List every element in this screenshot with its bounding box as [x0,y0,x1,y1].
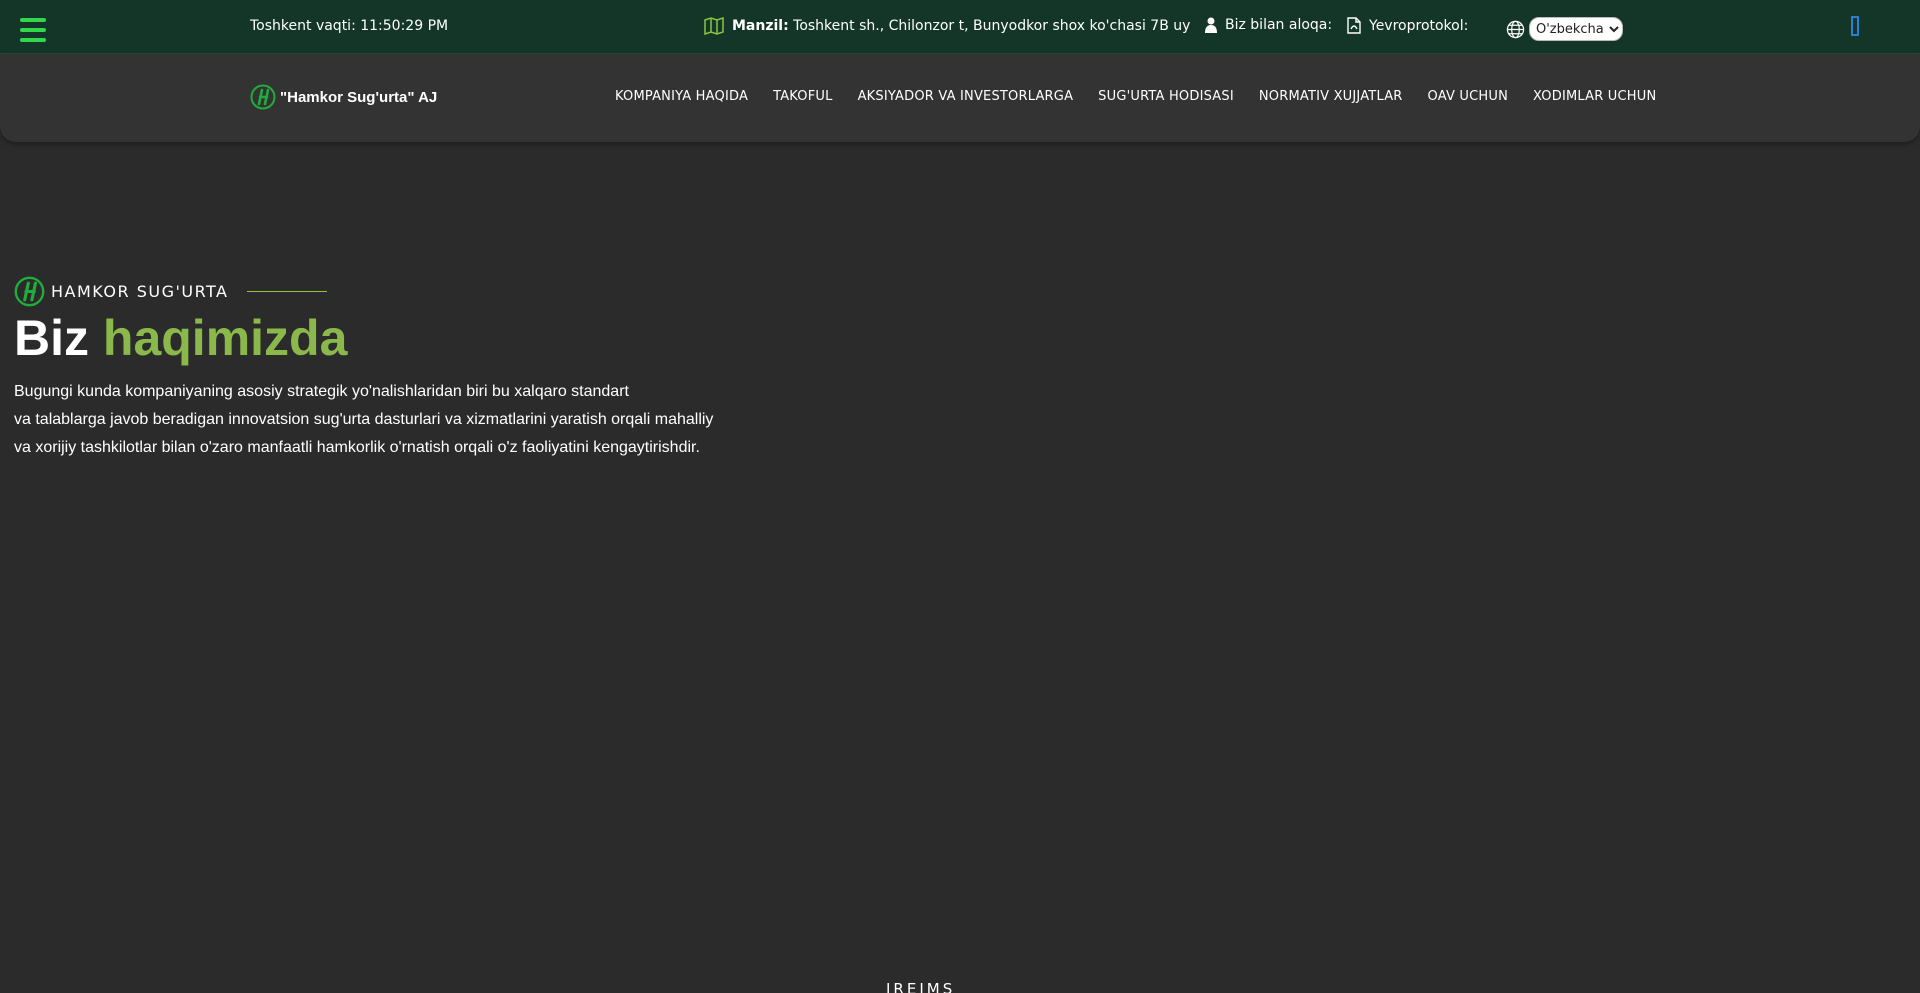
nav-links: KOMPANIYA HAQIDA TAKOFUL AKSIYADOR VA IN… [615,89,1656,104]
address-label: Manzil: [732,18,789,34]
about-paragraph: Bugungi kunda kompaniyaning asosiy strat… [14,378,754,462]
title-accent: haqimizda [102,310,348,366]
language-switcher: O'zbekcha [1506,17,1623,41]
nav-link-aksiyador[interactable]: AKSIYADOR VA INVESTORLARGA [858,89,1074,104]
address: Manzil: Toshkent sh., Chilonzor t, Bunyo… [704,17,1190,35]
brand-logo-link[interactable]: "Hamkor Sug'urta" AJ [250,84,437,110]
about-line: va talablarga javob beradigan innovatsio… [14,411,714,428]
brand-name: "Hamkor Sug'urta" AJ [280,88,438,106]
nav-link-sugurta-hodisasi[interactable]: SUG'URTA HODISASI [1098,89,1234,104]
nav-link-oav[interactable]: OAV UCHUN [1428,89,1509,104]
pdf-icon [1347,17,1361,34]
logo-icon [250,84,276,110]
protocol-link[interactable]: Yevroprotokol: [1347,17,1468,34]
user-icon [1205,17,1217,33]
hero-eyebrow: HAMKOR SUG'URTA [14,276,754,307]
top-bar: Toshkent vaqti: 11:50:29 PM Manzil: Tosh… [0,0,1920,54]
logo-icon [14,276,45,307]
eyebrow-text: HAMKOR SUG'URTA [51,282,229,301]
contact-link[interactable]: Biz bilan aloqa: [1205,17,1332,33]
eyebrow-divider [246,291,327,292]
globe-icon [1506,20,1525,38]
nav-link-normativ[interactable]: NORMATIV XUJJATLAR [1259,89,1403,104]
main-navbar: "Hamkor Sug'urta" AJ KOMPANIYA HAQIDA TA… [0,54,1920,142]
menu-icon[interactable] [20,18,46,44]
title-plain: Biz [14,310,103,366]
nav-link-takoful[interactable]: TAKOFUL [773,89,833,104]
about-line: va xorijiy tashkilotlar bilan o'zaro man… [14,439,700,456]
language-select[interactable]: O'zbekcha [1529,17,1623,41]
page-title: Biz haqimizda [14,311,754,366]
nav-link-xodimlar[interactable]: XODIMLAR UCHUN [1533,89,1656,104]
nav-link-kompaniya-haqida[interactable]: KOMPANIYA HAQIDA [615,89,748,104]
protocol-label: Yevroprotokol: [1369,17,1469,34]
about-line: Bugungi kunda kompaniyaning asosiy strat… [14,383,629,400]
footer-heading: IREJMS [886,980,956,993]
edge-icon[interactable] [1851,16,1859,36]
about-hero: HAMKOR SUG'URTA Biz haqimizda Bugungi ku… [14,276,754,462]
contact-label: Biz bilan aloqa: [1225,17,1333,33]
map-icon [704,17,724,35]
tashkent-time: Toshkent vaqti: 11:50:29 PM [250,18,449,34]
address-text: Toshkent sh., Chilonzor t, Bunyodkor sho… [788,18,1191,34]
